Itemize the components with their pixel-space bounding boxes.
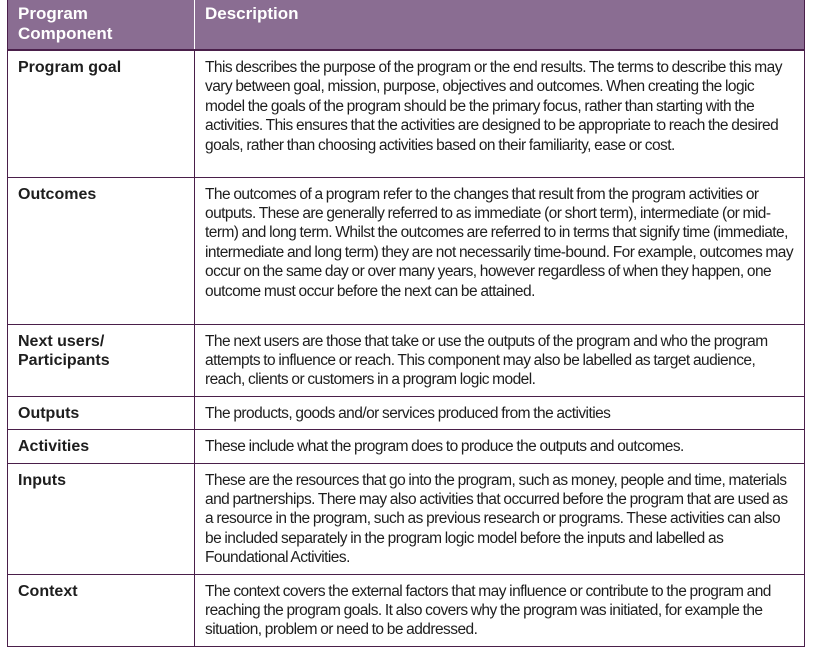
table-row: Activities These include what the progra… (7, 429, 805, 464)
table-row: Context The context covers the external … (7, 573, 805, 647)
component-cell: Program goal (7, 49, 195, 178)
table-row: Inputs These are the resources that go i… (7, 462, 805, 575)
component-line-1: Next users/ (18, 332, 105, 350)
description-cell: The next users are those that take or us… (194, 323, 805, 397)
description-cell: The context covers the external factors … (194, 573, 805, 647)
table-row: Program goal This describes the purpose … (7, 49, 805, 178)
header-line-2: Component (18, 24, 113, 43)
table-row: Next users/ Participants The next users … (7, 323, 805, 397)
table-row: Outputs The products, goods and/or servi… (7, 395, 805, 431)
description-cell: The outcomes of a program refer to the c… (194, 176, 805, 325)
program-logic-table: Program Component Description Program go… (7, 0, 805, 647)
description-cell: The products, goods and/or services prod… (194, 395, 805, 431)
header-description: Description (194, 0, 805, 51)
description-cell: This describes the purpose of the progra… (194, 49, 805, 178)
component-line-2: Participants (18, 351, 110, 369)
component-cell: Context (7, 573, 195, 647)
component-cell: Activities (7, 429, 195, 464)
component-cell: Outputs (7, 395, 195, 431)
header-line-1: Program (18, 4, 88, 23)
header-row: Program Component Description (7, 0, 805, 51)
description-cell: These are the resources that go into the… (194, 462, 805, 575)
component-cell: Outcomes (7, 176, 195, 325)
component-cell: Next users/ Participants (7, 323, 195, 397)
table-row: Outcomes The outcomes of a program refer… (7, 176, 805, 325)
description-cell: These include what the program does to p… (194, 429, 805, 464)
header-program-component: Program Component (7, 0, 195, 51)
component-cell: Inputs (7, 462, 195, 575)
